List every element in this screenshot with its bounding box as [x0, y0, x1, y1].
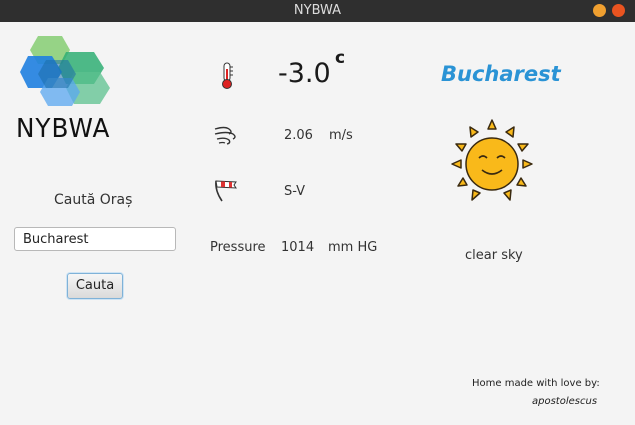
- wind-direction-icon: [215, 180, 237, 202]
- wind-icon: [214, 126, 236, 145]
- search-button[interactable]: Cauta: [67, 273, 123, 299]
- city-name: Bucharest: [441, 62, 561, 86]
- minimize-button[interactable]: [593, 4, 606, 17]
- sun-icon: [451, 119, 533, 201]
- pressure-unit: mm HG: [328, 240, 378, 255]
- footer-credit-label: Home made with love by:: [472, 378, 600, 389]
- pressure-label: Pressure: [210, 240, 266, 255]
- weather-description: clear sky: [465, 248, 523, 263]
- window-title: NYBWA: [293, 3, 342, 18]
- temperature-unit: c: [335, 48, 346, 68]
- main-panel: NYBWA Caută Oraș Cauta -3.0 c 2.06 m/s S…: [0, 22, 635, 425]
- footer-author: apostolescus: [532, 396, 598, 407]
- close-button[interactable]: [612, 4, 625, 17]
- thermometer-icon: [222, 62, 233, 89]
- city-search-input[interactable]: [14, 227, 176, 251]
- temperature-value: -3.0: [278, 58, 331, 89]
- wind-speed-value: 2.06: [284, 128, 313, 143]
- logo-icon: [20, 36, 110, 106]
- pressure-value: 1014: [281, 240, 315, 255]
- wind-speed-unit: m/s: [329, 128, 353, 143]
- search-label: Caută Oraș: [54, 192, 133, 208]
- logo-wordmark: NYBWA: [16, 114, 111, 144]
- title-bar: NYBWA: [0, 0, 635, 22]
- wind-direction-value: S-V: [284, 184, 306, 199]
